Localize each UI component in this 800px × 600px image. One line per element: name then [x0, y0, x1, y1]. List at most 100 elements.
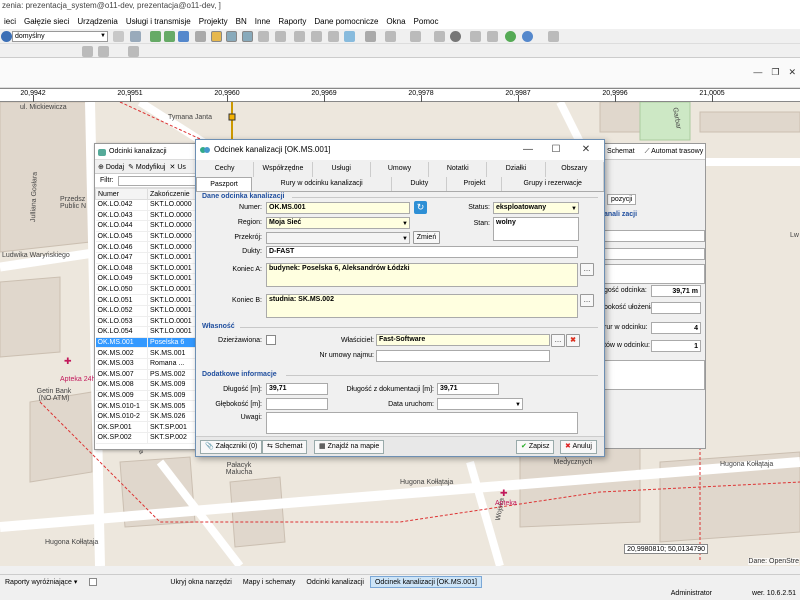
tab-obszary[interactable]: Obszary — [546, 162, 604, 177]
copy-icon[interactable] — [385, 31, 396, 42]
table-row[interactable]: OK.LO.049 SKT.LO.0001 — [95, 273, 205, 285]
stan-input[interactable]: wolny — [493, 217, 579, 241]
wlasciciel-clear-button[interactable]: ✖ — [566, 334, 580, 347]
table-row[interactable]: OK.MS.010-1 SK.MS.005 — [95, 400, 205, 412]
glebokosc-input[interactable] — [266, 398, 328, 410]
menu-item-okna[interactable]: Okna — [382, 17, 409, 26]
cancel-button[interactable]: ✖ Anuluj — [560, 440, 597, 454]
menu-item-projekty[interactable]: Projekty — [195, 17, 232, 26]
table-row[interactable]: OK.MS.002 SK.MS.001 — [95, 347, 205, 359]
table-row[interactable]: OK.MS.003 Romana ... — [95, 358, 205, 370]
tab-projekt[interactable]: Projekt — [447, 177, 503, 191]
koniec-b-browse-button[interactable]: … — [580, 294, 594, 307]
task-segment-dialog[interactable]: Odcinek kanalizacji [OK.MS.001] — [369, 575, 482, 588]
tab-rury[interactable]: Rury w odcinku kanalizacji — [252, 177, 393, 191]
add-button[interactable]: ⊕ Dodaj — [98, 163, 124, 171]
link-icon[interactable] — [328, 31, 339, 42]
tab-wspolrzedne[interactable]: Współrzędne — [254, 162, 313, 177]
zoom-out-icon[interactable] — [164, 31, 175, 42]
search-icon[interactable] — [1, 31, 12, 42]
tab-grupy[interactable]: Grupy i rezerwacje — [502, 177, 604, 191]
print-icon[interactable] — [258, 31, 269, 42]
route-icon[interactable] — [311, 31, 322, 42]
wlasciciel-browse-button[interactable]: … — [551, 334, 565, 347]
globe-icon[interactable] — [505, 31, 516, 42]
zmien-button[interactable]: Zmień — [413, 231, 440, 244]
area-icon[interactable] — [487, 31, 498, 42]
table-row[interactable]: OK.LO.050 SKT.LO.0001 — [95, 284, 205, 296]
delete-button[interactable]: ✕ Us — [170, 163, 186, 171]
menu-item-bn[interactable]: BN — [232, 17, 251, 26]
find-on-map-button[interactable]: ▦ Znajdź na mapie — [314, 440, 385, 454]
table-row[interactable]: OK.SP.001 SKT.SP.001 — [95, 421, 205, 434]
table-row[interactable]: OK.LO.046 SKT.LO.0000 — [95, 241, 205, 253]
menu-item-sieci[interactable]: ieci — [0, 17, 20, 26]
network-node[interactable] — [228, 113, 236, 121]
table-row[interactable]: OK.MS.009 SK.MS.009 — [95, 390, 205, 402]
table-row[interactable]: OK.LO.044 SKT.LO.0000 — [95, 220, 205, 232]
cursor-icon[interactable] — [365, 31, 376, 42]
minimize-icon[interactable]: — — [514, 140, 542, 160]
dzierzawiona-checkbox[interactable] — [266, 335, 276, 345]
table-row[interactable]: OK.SP.002 SKT.SP.002 — [95, 432, 205, 444]
minimize-icon[interactable]: — — [753, 67, 762, 78]
dlugosc-input[interactable]: 39,71 — [266, 383, 328, 395]
scheme-select[interactable]: domyślny ▼ — [12, 31, 108, 42]
menu-item-inne[interactable]: Inne — [251, 17, 275, 26]
export-icon[interactable] — [275, 31, 286, 42]
zoom-in-icon[interactable] — [150, 31, 161, 42]
table-row[interactable]: OK.MS.007 PS.MS.002 — [95, 369, 205, 381]
info-icon[interactable] — [226, 31, 237, 42]
table-row[interactable]: OK.LO.043 SKT.LO.0000 — [95, 210, 205, 222]
table-row[interactable]: OK.LO.047 SKT.LO.0001 — [95, 252, 205, 264]
measure-icon[interactable] — [242, 31, 253, 42]
region-select[interactable]: Moja Sieć ▼ — [266, 217, 410, 229]
draw-point-icon[interactable] — [128, 46, 139, 57]
task-maps[interactable]: Mapy i schematy — [238, 576, 301, 588]
delete-icon[interactable] — [434, 31, 445, 42]
paste-icon[interactable] — [410, 31, 421, 42]
tab-umowy[interactable]: Umowy — [371, 162, 430, 177]
position-field[interactable]: pozycji — [607, 194, 637, 205]
tab-paszport[interactable]: Paszport — [196, 177, 253, 191]
tab-schemat[interactable]: Schemat — [601, 148, 635, 155]
koniec-a-input[interactable]: budynek: Poselska 6, Aleksandrów Łódzki — [266, 263, 578, 287]
draw-line-icon[interactable] — [82, 46, 93, 57]
nr-umowy-input[interactable] — [376, 350, 550, 362]
table-row[interactable]: OK.LO.053 SKT.LO.0001 — [95, 316, 205, 328]
dlugosc-dok-input[interactable]: 39,71 — [437, 383, 499, 395]
menu-item-dane-pomocnicze[interactable]: Dane pomocnicze — [310, 17, 382, 26]
layers-icon[interactable] — [113, 31, 124, 42]
table-row[interactable]: OK.LO.054 SKT.LO.0001 — [95, 326, 205, 338]
koniec-a-browse-button[interactable]: … — [580, 263, 594, 276]
table-row[interactable]: OK.LO.048 SKT.LO.0001 — [95, 263, 205, 275]
settings-icon[interactable] — [548, 31, 559, 42]
tab-dukty[interactable]: Dukty — [392, 177, 448, 191]
restore-icon[interactable]: ❐ — [771, 67, 779, 78]
status-select[interactable]: eksploatowany ▼ — [493, 202, 579, 214]
menu-item-pomoc[interactable]: Pomoc — [410, 17, 443, 26]
hide-tools-button[interactable]: Ukryj okna narzędzi — [165, 576, 236, 588]
reports-dropdown[interactable]: Raporty wyróżniające ▾ — [0, 576, 82, 588]
crosshair-icon[interactable] — [344, 31, 355, 42]
select-icon[interactable] — [211, 31, 222, 42]
table-row[interactable]: OK.LO.051 SKT.LO.0001 — [95, 294, 205, 306]
schemat-button[interactable]: ⇆ Schemat — [262, 440, 308, 454]
numer-input[interactable]: OK.MS.001 — [266, 202, 410, 214]
przekroj-select[interactable]: ▼ — [266, 232, 410, 244]
maximize-icon[interactable]: ☐ — [542, 140, 570, 160]
close-icon[interactable]: ✕ — [788, 67, 796, 78]
koniec-b-input[interactable]: studnia: SK.MS.002 — [266, 294, 578, 318]
table-row[interactable]: OK.MS.008 SK.MS.009 — [95, 379, 205, 391]
tab-automat-trasowy[interactable]: ⟋ Automat trasowy — [635, 148, 704, 156]
reports-checkbox[interactable] — [89, 577, 98, 586]
tab-dzialki[interactable]: Działki — [487, 162, 546, 177]
zoom-extent-icon[interactable] — [178, 31, 189, 42]
pan-icon[interactable] — [195, 31, 206, 42]
data-uruchom-select[interactable]: ▼ — [437, 398, 523, 410]
dukty-input[interactable]: D-FAST — [266, 246, 578, 258]
attachments-button[interactable]: 📎 Załączniki (0) — [200, 440, 263, 454]
close-icon[interactable]: ✕ — [572, 140, 600, 160]
refresh-number-icon[interactable]: ↻ — [414, 201, 427, 214]
draw-poly-icon[interactable] — [98, 46, 109, 57]
